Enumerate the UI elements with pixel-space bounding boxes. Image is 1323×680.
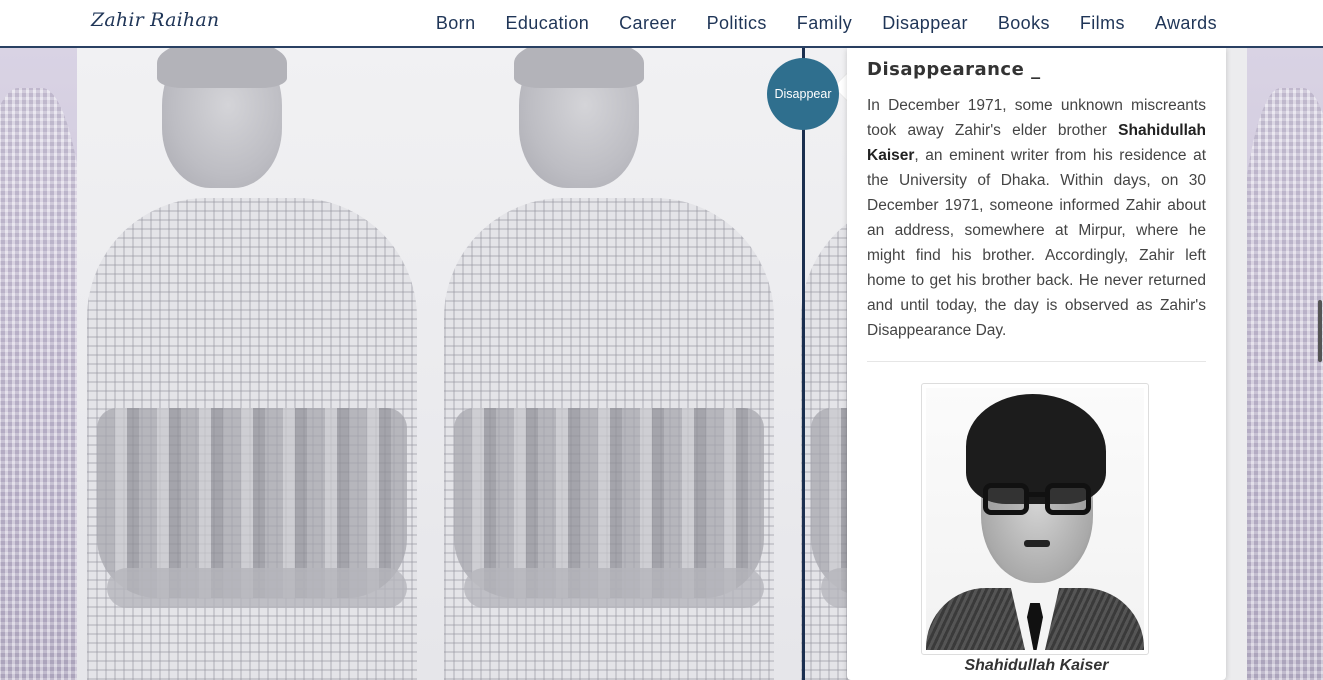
- scrollbar-thumb[interactable]: [1318, 300, 1322, 362]
- timeline-line: [802, 48, 805, 680]
- nav-career[interactable]: Career: [604, 13, 691, 34]
- nav-born[interactable]: Born: [421, 13, 491, 34]
- background-photo-left: [0, 48, 77, 680]
- nav-awards[interactable]: Awards: [1140, 13, 1232, 34]
- timeline-badge: Disappear: [767, 58, 839, 130]
- nav-family[interactable]: Family: [782, 13, 867, 34]
- body-text: , an eminent writer from his residence a…: [867, 147, 1206, 339]
- section-title: Disappearance _: [867, 59, 1041, 80]
- section-body: In December 1971, some unknown miscreant…: [867, 93, 1206, 343]
- nav-books[interactable]: Books: [983, 13, 1065, 34]
- background-photo-tile: [434, 48, 791, 680]
- background-photo-right: [1247, 48, 1323, 680]
- portrait-image: [921, 383, 1149, 655]
- nav-films[interactable]: Films: [1065, 13, 1140, 34]
- navbar: Zahir Raihan Born Education Career Polit…: [0, 0, 1323, 48]
- nav-menu: Born Education Career Politics Family Di…: [421, 0, 1232, 46]
- nav-disappear[interactable]: Disappear: [867, 13, 983, 34]
- brand-logo[interactable]: Zahir Raihan: [91, 9, 219, 31]
- image-caption: Shahidullah Kaiser: [964, 657, 1109, 674]
- nav-politics[interactable]: Politics: [692, 13, 782, 34]
- divider: [867, 361, 1206, 362]
- timeline-panel: Disappearance _ In December 1971, some u…: [847, 48, 1226, 680]
- background-photo-tile: [77, 48, 434, 680]
- nav-education[interactable]: Education: [490, 13, 604, 34]
